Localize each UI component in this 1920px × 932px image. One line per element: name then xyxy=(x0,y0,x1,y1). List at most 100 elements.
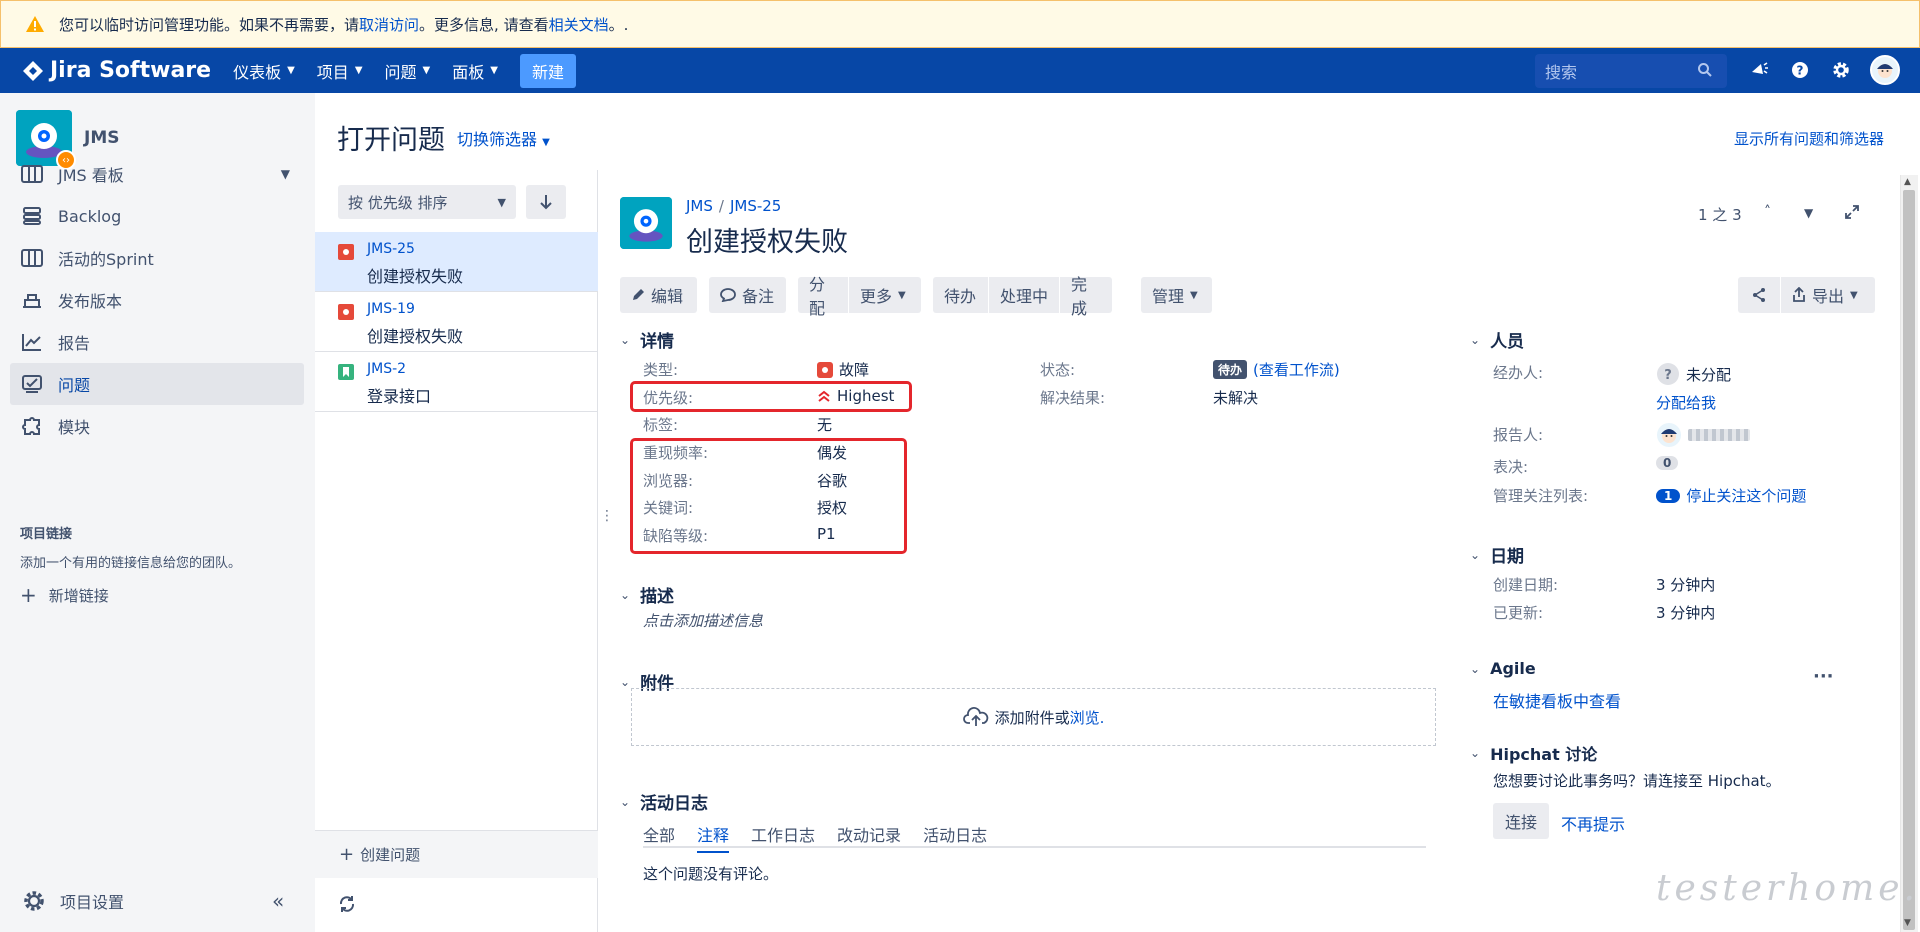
sort-order-button[interactable] xyxy=(526,185,566,219)
people-section-toggle[interactable]: ⌄ 人员 xyxy=(1470,327,1524,352)
edit-button[interactable]: 编辑 xyxy=(620,277,697,313)
sidebar-item-issues[interactable]: 问题 xyxy=(10,363,304,405)
dates-heading: 日期 xyxy=(1490,547,1525,567)
votes-value[interactable]: 0 xyxy=(1656,456,1679,470)
nav-boards[interactable]: 面板 ▼ xyxy=(452,59,498,83)
watchers-value[interactable]: 1 停止关注这个问题 xyxy=(1656,485,1806,506)
chevron-down-icon[interactable]: ▼ xyxy=(281,167,290,181)
sidebar-item-components[interactable]: 模块 xyxy=(10,405,304,447)
sidebar-item-label: 活动的Sprint xyxy=(58,250,154,269)
switch-filter-dropdown[interactable]: 切换筛选器 ▼ xyxy=(457,126,550,150)
stop-watching-link[interactable]: 停止关注这个问题 xyxy=(1686,485,1806,506)
tab-history[interactable]: 改动记录 xyxy=(837,822,901,853)
sidebar-item-reports[interactable]: 报告 xyxy=(10,321,304,363)
nav-issues[interactable]: 问题 ▼ xyxy=(385,59,431,83)
admin-dropdown[interactable]: 管理 ▼ xyxy=(1141,277,1212,313)
comment-button[interactable]: 备注 xyxy=(709,277,786,313)
user-avatar[interactable] xyxy=(1870,55,1900,85)
expand-icon[interactable] xyxy=(1844,204,1860,224)
create-issue-button[interactable]: + 创建问题 xyxy=(315,830,598,878)
tab-worklog[interactable]: 工作日志 xyxy=(751,822,815,853)
created-label: 创建日期: xyxy=(1493,576,1559,594)
sidebar-item-board[interactable]: JMS 看板 ▼ xyxy=(10,153,304,195)
scrollbar-thumb[interactable] xyxy=(1903,190,1915,930)
votes-label: 表决: xyxy=(1493,458,1529,476)
banner-text: 您可以临时访问管理功能。如果不再需要，请 xyxy=(59,15,360,34)
share-icon xyxy=(1753,288,1765,302)
cancel-access-link[interactable]: 取消访问 xyxy=(359,14,419,35)
breadcrumb-project[interactable]: JMS xyxy=(686,197,713,215)
details-section-toggle[interactable]: ⌄ 详情 xyxy=(620,327,674,352)
admin-label: 管理 xyxy=(1152,287,1185,306)
activity-section-toggle[interactable]: ⌄ 活动日志 xyxy=(620,789,708,814)
highlight-box-priority xyxy=(630,381,912,412)
refresh-icon[interactable] xyxy=(338,895,356,917)
browse-files-link[interactable]: 浏览. xyxy=(1070,707,1105,728)
assign-button[interactable]: 分配 xyxy=(798,275,848,318)
chevron-up-icon[interactable]: ˄ xyxy=(1764,204,1771,220)
dates-section-toggle[interactable]: ⌄ 日期 xyxy=(1470,542,1524,567)
help-icon[interactable]: ? xyxy=(1788,58,1812,82)
sidebar-item-label: 问题 xyxy=(58,376,91,395)
docs-link[interactable]: 相关文档 xyxy=(549,14,609,35)
breadcrumb-issue-key[interactable]: JMS-25 xyxy=(730,197,781,215)
collapse-sidebar-icon[interactable]: « xyxy=(272,889,284,913)
more-dropdown[interactable]: 更多 ▼ xyxy=(849,277,921,313)
sidebar-item-active-sprint[interactable]: 活动的Sprint xyxy=(10,237,304,279)
in-progress-button[interactable]: 处理中 xyxy=(989,277,1059,313)
share-button[interactable] xyxy=(1738,277,1780,313)
nav-dashboards[interactable]: 仪表板 ▼ xyxy=(233,59,295,83)
resolution-label: 解决结果: xyxy=(1040,389,1106,407)
nav-label: 面板 xyxy=(452,62,485,82)
jira-logo[interactable]: Jira Software xyxy=(22,58,211,83)
search-input[interactable]: 搜索 xyxy=(1535,54,1727,88)
todo-button[interactable]: 待办 xyxy=(933,277,988,313)
hipchat-text: 您想要讨论此事务吗？请连接至 Hipchat。 xyxy=(1493,772,1781,790)
done-button[interactable]: 完成 xyxy=(1060,275,1112,318)
scroll-down-icon[interactable]: ▼ xyxy=(1904,918,1911,928)
issue-summary: 创建授权失败 xyxy=(367,327,464,346)
project-sidebar: ‹› JMS JMS 看板 ▼ Backlog 活动的Sprint 发布版本 报… xyxy=(0,93,315,932)
tab-all[interactable]: 全部 xyxy=(643,822,675,853)
more-options-icon[interactable]: ··· xyxy=(1813,666,1834,687)
sidebar-item-releases[interactable]: 发布版本 xyxy=(10,279,304,321)
nav-projects[interactable]: 项目 ▼ xyxy=(317,59,363,83)
scroll-up-icon[interactable]: ▲ xyxy=(1904,177,1911,187)
assign-to-me-link[interactable]: 分配给我 xyxy=(1656,392,1716,413)
agile-section-toggle[interactable]: ⌄ Agile xyxy=(1470,659,1536,678)
show-all-issues-link[interactable]: 显示所有问题和筛选器 xyxy=(1734,128,1884,149)
issue-title[interactable]: 创建授权失败 xyxy=(686,220,848,259)
reporter-value[interactable] xyxy=(1656,422,1750,448)
chevron-down-icon: ▼ xyxy=(422,65,431,76)
description-section-toggle[interactable]: ⌄ 描述 xyxy=(620,582,674,607)
attachment-dropzone[interactable]: 添加附件或 浏览. xyxy=(631,688,1436,746)
project-settings-link[interactable]: 项目设置 xyxy=(22,889,124,913)
labels-value[interactable]: 无 xyxy=(817,414,832,435)
view-on-board-link[interactable]: 在敏捷看板中查看 xyxy=(1493,688,1621,712)
sort-dropdown[interactable]: 按 优先级 排序 ▼ xyxy=(338,185,516,219)
create-button[interactable]: 新建 xyxy=(519,53,576,88)
svg-text:?: ? xyxy=(1797,64,1804,78)
sprint-icon xyxy=(20,246,44,270)
tab-activity[interactable]: 活动日志 xyxy=(923,822,987,853)
list-item[interactable]: JMS-19 创建授权失败 xyxy=(315,292,598,352)
add-link-button[interactable]: + 新增链接 xyxy=(20,583,109,607)
assignee-value[interactable]: ? 未分配 xyxy=(1656,362,1731,386)
view-workflow-link[interactable]: (查看工作流) xyxy=(1253,359,1340,380)
dismiss-link[interactable]: 不再提示 xyxy=(1561,811,1625,835)
settings-gear-icon[interactable] xyxy=(1829,58,1853,82)
comment-label: 备注 xyxy=(742,287,775,306)
export-dropdown[interactable]: 导出 ▼ xyxy=(1781,277,1875,313)
issue-summary: 登录接口 xyxy=(367,387,432,406)
description-field[interactable]: 点击添加描述信息 xyxy=(643,610,763,631)
sidebar-item-backlog[interactable]: Backlog xyxy=(10,195,304,237)
hipchat-section-toggle[interactable]: ⌄ Hipchat 讨论 xyxy=(1470,741,1597,765)
connect-button[interactable]: 连接 xyxy=(1493,803,1549,839)
tab-comments[interactable]: 注释 xyxy=(697,822,730,853)
chevron-down-icon: ▼ xyxy=(1190,289,1198,301)
list-item[interactable]: JMS-2 登录接口 xyxy=(315,352,598,412)
search-icon xyxy=(1698,63,1712,77)
list-item[interactable]: JMS-25 创建授权失败 xyxy=(315,232,598,292)
notifications-icon[interactable] xyxy=(1747,58,1771,82)
chevron-down-icon[interactable]: ▼ xyxy=(1804,206,1813,220)
